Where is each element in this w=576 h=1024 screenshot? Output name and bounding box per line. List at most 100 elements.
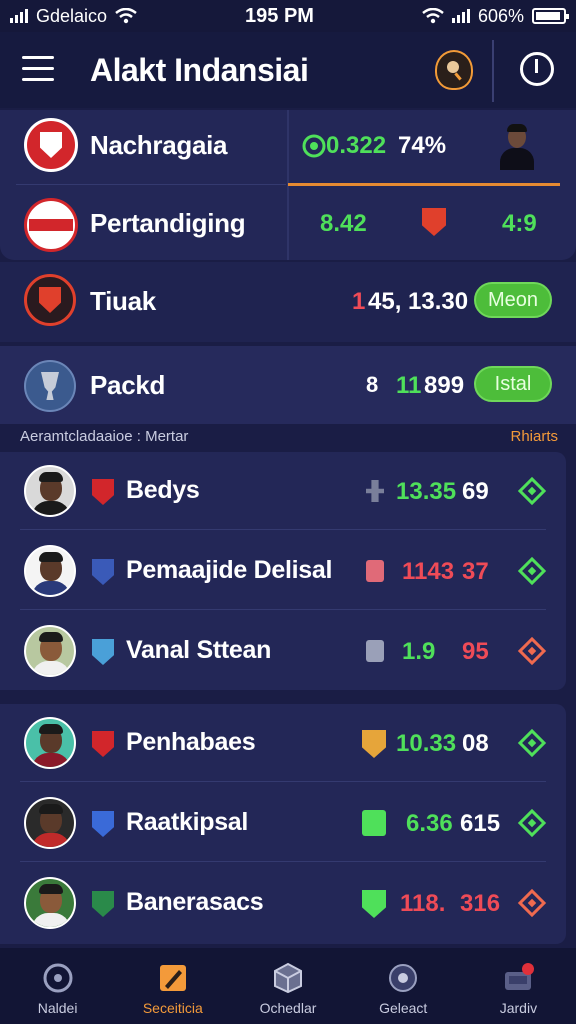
player-name: Raatkipsal (126, 808, 249, 836)
stat-icon (366, 480, 384, 502)
action-diamond-icon[interactable] (517, 888, 547, 918)
nav-label: Ochedlar (259, 1000, 317, 1016)
club-shield-icon (422, 208, 446, 236)
power-icon[interactable] (520, 52, 554, 86)
player-row[interactable]: Vanal Sttean 1.9 95 (0, 612, 566, 690)
feature-value: 899 (424, 372, 465, 399)
action-diamond-icon[interactable] (517, 728, 547, 758)
stat-icon (366, 560, 384, 582)
club-shield-icon (362, 730, 386, 758)
summary-label[interactable]: Nachragaia (90, 130, 227, 161)
player-stat-secondary: 37 (462, 558, 489, 585)
wifi-icon (115, 8, 137, 24)
feature-value: 45, 13.30 (368, 288, 469, 315)
feature-label: Packd (90, 370, 166, 400)
section-title: Aeramtcladaaioe : Mertar (20, 428, 189, 445)
club-badge-icon (92, 731, 114, 757)
player-row[interactable]: Bedys 13.35 69 (0, 452, 566, 530)
summary-value: 0.322 (326, 132, 387, 159)
club-shield-icon (362, 890, 386, 918)
player-name: Banerasacs (126, 888, 264, 916)
feature-pill-button[interactable]: Meon (474, 282, 552, 318)
summary-score: 4:9 (502, 210, 537, 237)
action-diamond-icon[interactable] (517, 556, 547, 586)
nav-item-home[interactable]: Naldei (0, 948, 115, 1024)
bottom-nav: Naldei Seceiticia Ochedlar Geleact Jardi… (0, 948, 576, 1024)
page-title: Alakt Indansiai (90, 52, 309, 88)
nav-item-store[interactable]: Jardiv (461, 948, 576, 1024)
avatar (24, 625, 76, 677)
section-link[interactable]: Rhiarts (510, 428, 558, 445)
feature-row[interactable]: Packd 8 11 899 Istal (0, 346, 576, 424)
player-row[interactable]: Raatkipsal 6.36 615 (0, 784, 566, 862)
search-badge-icon[interactable] (435, 50, 473, 90)
soccer-ball-icon (43, 963, 73, 993)
action-diamond-icon[interactable] (517, 636, 547, 666)
player-stat-secondary: 615 (460, 810, 501, 837)
team-logo-icon (24, 198, 78, 252)
player-stat-secondary: 08 (462, 730, 489, 757)
player-row[interactable]: Penhabaes 10.33 08 (0, 704, 566, 782)
player-stat: 13.35 (396, 478, 457, 505)
player-row[interactable]: Banerasacs 118. 316 (0, 864, 566, 942)
target-icon (389, 964, 418, 992)
player-name: Pemaajide Delisal (126, 556, 333, 584)
club-badge-icon (92, 479, 114, 505)
trophy-icon (24, 360, 76, 412)
status-right: 606% (422, 5, 569, 27)
stat-icon (362, 810, 386, 836)
cell-signal-icon (10, 9, 28, 23)
accent-line (288, 183, 560, 186)
player-list-card: Penhabaes 10.33 08 Raatkipsal 6.36 615 B… (0, 704, 566, 944)
cube-icon (274, 962, 302, 994)
menu-icon[interactable] (22, 56, 54, 82)
player-name: Vanal Sttean (126, 636, 272, 664)
avatar (24, 465, 76, 517)
status-left: Gdelaico (10, 6, 137, 27)
club-badge-icon (92, 639, 114, 665)
team-logo-icon (24, 118, 78, 172)
battery-icon (532, 8, 569, 24)
avatar (24, 717, 76, 769)
row-divider (16, 184, 286, 185)
nav-label: Naldei (37, 1000, 78, 1016)
avatar (24, 877, 76, 929)
player-stat: 6.36 (406, 810, 453, 837)
club-badge-icon (92, 559, 114, 585)
club-badge-icon (92, 811, 114, 837)
summary-value: 8.42 (320, 210, 367, 237)
cell-signal-icon (451, 9, 470, 23)
player-name: Penhabaes (126, 728, 256, 756)
feature-pill-button[interactable]: Istal (474, 366, 552, 402)
player-stat: 1.9 (402, 638, 436, 665)
action-diamond-icon[interactable] (517, 808, 547, 838)
feature-prefix: 8 (366, 372, 379, 397)
feature-row[interactable]: Tiuak 1 45, 13.30 Meon (0, 262, 576, 342)
player-list-card: Bedys 13.35 69 Pemaajide Delisal 1143 37… (0, 452, 566, 690)
pencil-card-icon (159, 965, 186, 991)
store-icon (505, 963, 535, 990)
nav-label: Seceiticia (142, 1000, 203, 1016)
carrier-name: Gdelaico (36, 5, 108, 26)
stat-icon (366, 640, 384, 662)
summary-label[interactable]: Pertandiging (90, 208, 246, 239)
nav-item-schedule[interactable]: Ochedlar (230, 948, 345, 1024)
player-stat: 118. (400, 890, 446, 917)
nav-item-gallery[interactable]: Geleact (346, 948, 461, 1024)
battery-percent: 606% (477, 5, 524, 26)
feature-value-green: 11 (396, 372, 422, 399)
action-diamond-icon[interactable] (517, 476, 547, 506)
nav-label: Geleact (379, 1000, 428, 1016)
feature-label: Tiuak (90, 286, 156, 316)
player-stat-secondary: 316 (460, 890, 501, 917)
nav-item-selection[interactable]: Seceiticia (115, 948, 230, 1024)
player-name: Bedys (126, 476, 200, 504)
app-header: Alakt Indansiai (0, 32, 576, 108)
player-stat: 10.33 (396, 730, 457, 757)
header-divider (492, 40, 494, 102)
player-row[interactable]: Pemaajide Delisal 1143 37 (0, 532, 566, 610)
avatar (24, 545, 76, 597)
team-logo-icon (24, 274, 76, 326)
player-stat-secondary: 69 (462, 478, 489, 505)
player-stat-secondary: 95 (462, 638, 489, 665)
